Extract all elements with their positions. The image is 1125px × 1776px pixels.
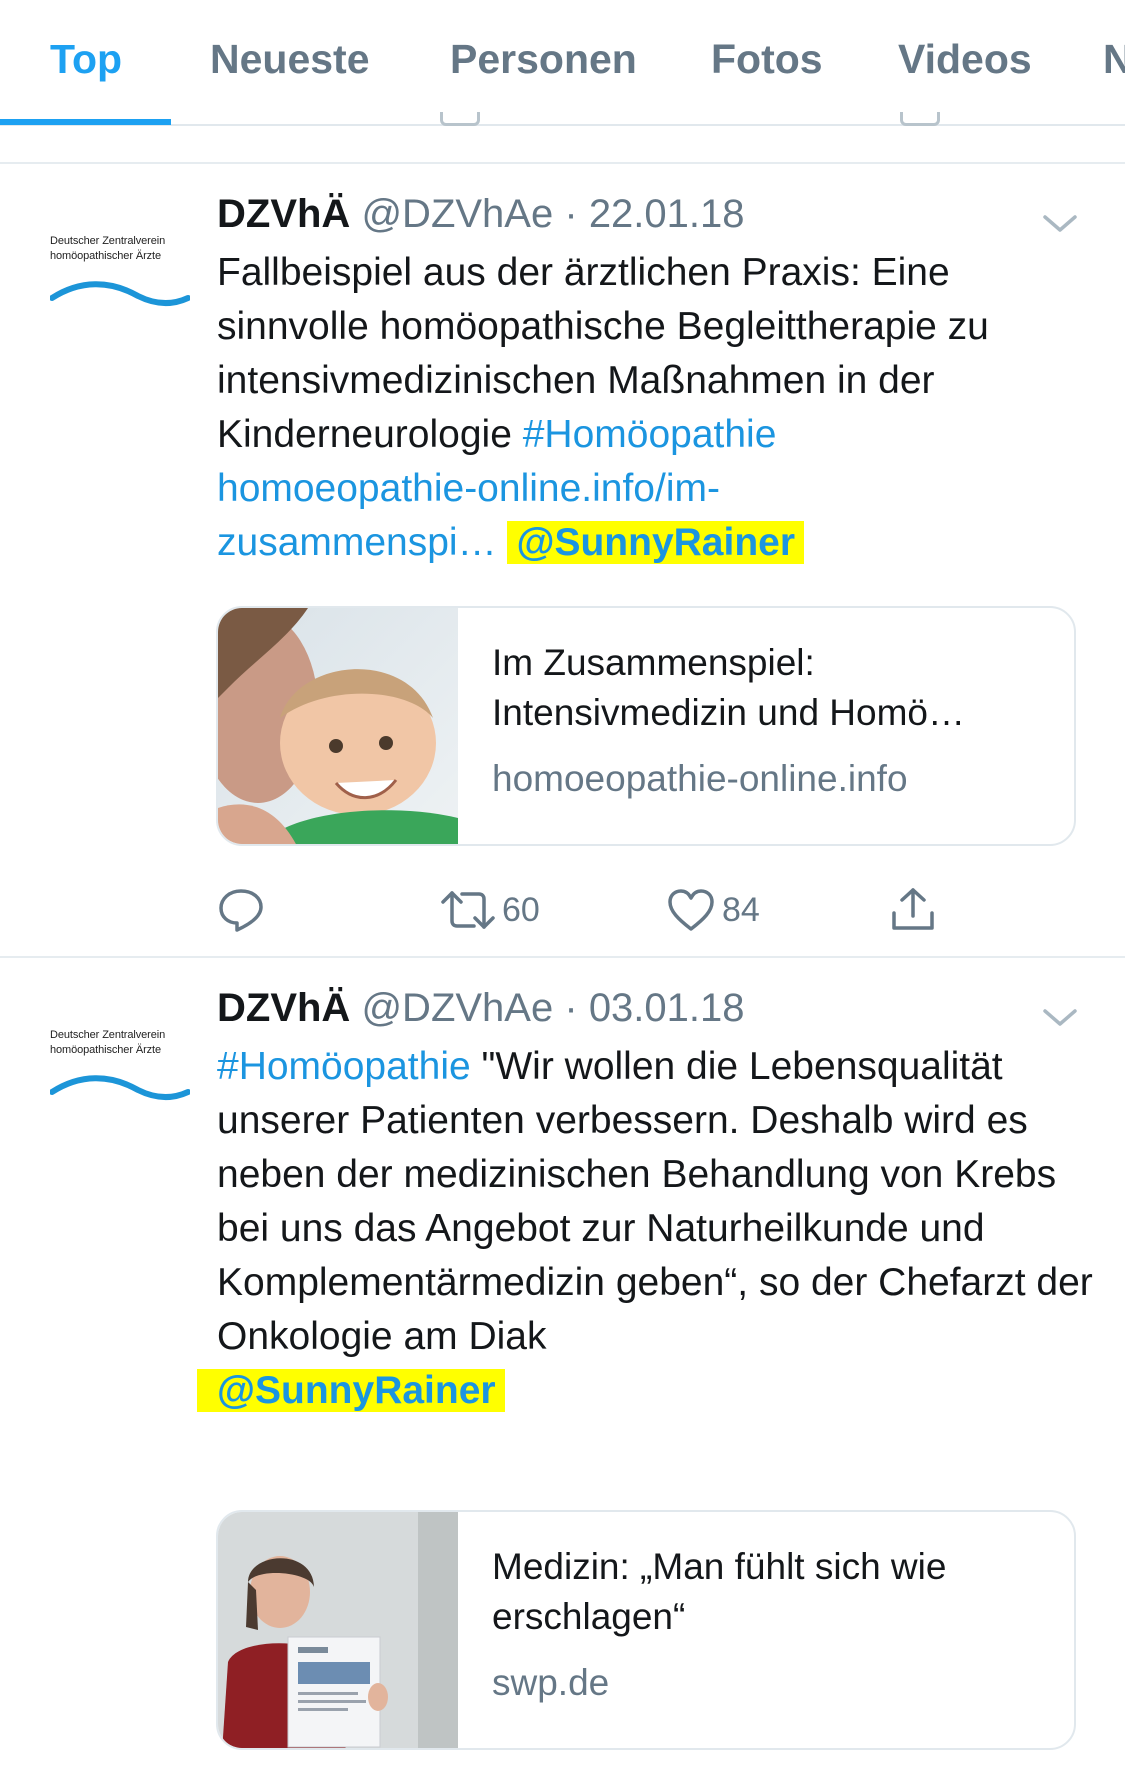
tab-top[interactable]: Top: [50, 36, 122, 83]
card-title-line: Im Zusammenspiel:: [492, 642, 815, 683]
tweet-text: Fallbeispiel aus der ärztlichen Praxis: …: [217, 246, 1097, 570]
tweet-header: DZVhÄ @DZVhAe · 22.01.18: [217, 192, 745, 237]
tweet[interactable]: Deutscher Zentralverein homöopathischer …: [0, 164, 1125, 954]
author-handle[interactable]: @DZVhAe: [361, 192, 553, 236]
mention-link[interactable]: @SunnyRainer: [507, 521, 805, 564]
tweet-text-content: "Wir wollen die Lebensqualität unserer P…: [217, 1045, 1093, 1358]
avatar-org-name: homöopathischer Ärzte: [50, 1044, 162, 1056]
card-title-line: erschlagen“: [492, 1596, 686, 1637]
author-handle[interactable]: @DZVhAe: [361, 986, 553, 1030]
card-domain: swp.de: [492, 1662, 610, 1703]
url-link-line: homoeopathie-online.info/im-: [217, 467, 720, 510]
share-button[interactable]: [888, 882, 938, 938]
tab-neueste[interactable]: Neueste: [210, 36, 370, 83]
tweet[interactable]: Deutscher Zentralverein homöopathischer …: [0, 958, 1125, 1776]
retweet-icon: [441, 891, 495, 929]
url-link-line: zusammenspi…: [217, 521, 497, 564]
mention-link[interactable]: @SunnyRainer: [197, 1369, 505, 1412]
hashtag-link[interactable]: #Homöopathie: [217, 1045, 471, 1088]
link-card[interactable]: Im Zusammenspiel: Intensivmedizin und Ho…: [216, 606, 1076, 846]
tweet-actions: 60 84: [216, 882, 976, 938]
woman-and-child-photo: [218, 608, 458, 844]
heart-icon: [668, 889, 714, 931]
avatar[interactable]: Deutscher Zentralverein homöopathischer …: [50, 1028, 190, 1128]
card-domain: homoeopathie-online.info: [492, 758, 908, 799]
search-tabs: Top Neueste Personen Fotos Videos N: [0, 0, 1125, 126]
tweet-text: #Homöopathie "Wir wollen die Lebensquali…: [197, 1040, 1097, 1418]
card-title: Im Zusammenspiel: Intensivmedizin und Ho…: [492, 638, 1052, 738]
like-count: 84: [722, 890, 760, 929]
chevron-down-icon[interactable]: [1040, 208, 1080, 238]
separator: ·: [564, 192, 578, 236]
hashtag-link[interactable]: #Homöopathie: [523, 413, 777, 456]
avatar-org-name: homöopathischer Ärzte: [50, 250, 162, 262]
chevron-down-icon[interactable]: [1040, 1002, 1080, 1032]
link-card[interactable]: Medizin: „Man fühlt sich wie erschlagen“…: [216, 1510, 1076, 1750]
tab-fotos[interactable]: Fotos: [711, 36, 823, 83]
card-thumbnail: [218, 1512, 458, 1748]
retweet-count: 60: [502, 890, 540, 929]
previous-tweet-actions-remnant: [0, 112, 1125, 134]
wave-logo-icon: [50, 281, 190, 306]
card-title: Medizin: „Man fühlt sich wie erschlagen“: [492, 1542, 1052, 1642]
tab-more[interactable]: N: [1103, 36, 1125, 83]
reply-button[interactable]: [216, 882, 266, 938]
avatar-org-name: Deutscher Zentralverein: [50, 1029, 166, 1041]
woman-holding-document-photo: [218, 1512, 458, 1748]
tweet-date[interactable]: 03.01.18: [589, 986, 745, 1030]
card-title-line: Medizin: „Man fühlt sich wie: [492, 1546, 947, 1587]
separator: ·: [564, 986, 578, 1030]
author-name[interactable]: DZVhÄ: [217, 192, 350, 236]
tweet-date[interactable]: 22.01.18: [589, 192, 745, 236]
tab-videos[interactable]: Videos: [898, 36, 1032, 83]
share-icon: [892, 888, 934, 930]
author-name[interactable]: DZVhÄ: [217, 986, 350, 1030]
tweet-header: DZVhÄ @DZVhAe · 03.01.18: [217, 986, 745, 1031]
retweet-button[interactable]: 60: [440, 882, 540, 938]
avatar-org-name: Deutscher Zentralverein: [50, 235, 166, 247]
card-thumbnail: [218, 608, 458, 844]
tab-personen[interactable]: Personen: [450, 36, 637, 83]
like-button[interactable]: 84: [666, 882, 760, 938]
card-title-line: Intensivmedizin und Homö…: [492, 692, 965, 733]
avatar[interactable]: Deutscher Zentralverein homöopathischer …: [50, 234, 190, 334]
wave-logo-icon: [50, 1075, 190, 1100]
reply-icon: [219, 889, 263, 932]
